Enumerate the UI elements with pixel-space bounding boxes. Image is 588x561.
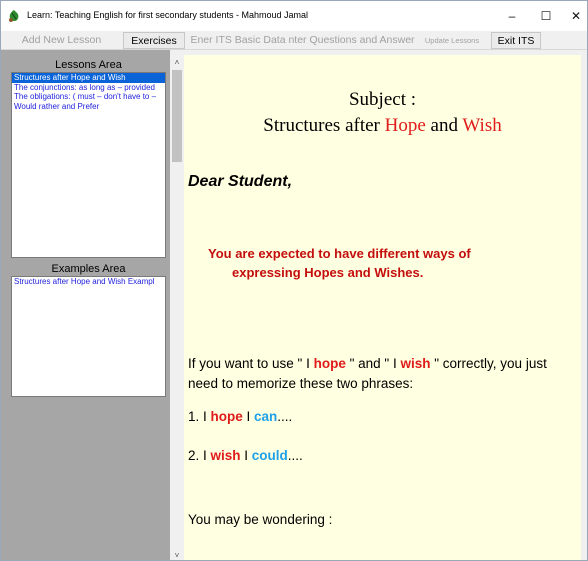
intro-text-1: If you want to use " I xyxy=(188,356,314,371)
phrase-2-num: 2. I xyxy=(188,448,211,463)
intro-wish: wish xyxy=(400,356,431,371)
lesson-content: Subject : Structures after Hope and Wish… xyxy=(184,55,581,560)
maximize-button[interactable]: ☐ xyxy=(529,1,563,31)
subject-title-part2: after xyxy=(340,115,385,136)
subject-title-and: and xyxy=(425,115,463,136)
subject-title-part1: Structures xyxy=(263,115,341,136)
app-icon xyxy=(9,10,19,22)
left-panel: Lessons Area Structures after Hope and W… xyxy=(1,50,170,560)
phrase-2-mid: I xyxy=(240,448,252,463)
phrase-1: 1. I hope I can.... xyxy=(188,407,292,427)
subject-title: Structures after Hope and Wish xyxy=(184,115,581,137)
right-edge xyxy=(581,55,587,560)
subject-label: Subject : xyxy=(348,89,417,110)
minimize-button[interactable]: – xyxy=(495,1,529,31)
intro-text-2: " and " I xyxy=(345,356,401,371)
wondering-text: You may be wondering : xyxy=(188,512,333,527)
phrase-1-can: can xyxy=(254,409,278,424)
lessons-list[interactable]: Structures after Hope and Wish The conju… xyxy=(11,72,166,258)
lesson-item-obligations[interactable]: The obligations: ( must – don't have to … xyxy=(12,92,165,102)
examples-list[interactable]: Structures after Hope and Wish Exampl xyxy=(11,276,166,397)
example-item[interactable]: Structures after Hope and Wish Exampl xyxy=(12,277,165,287)
phrase-2-could: could xyxy=(251,448,288,463)
add-new-lesson-button[interactable]: Add New Lesson xyxy=(5,32,118,49)
greeting: Dear Student, xyxy=(188,173,293,190)
phrase-1-mid: I xyxy=(242,409,255,424)
scroll-thumb[interactable] xyxy=(172,70,182,162)
app-window: Learn: Teaching English for first second… xyxy=(0,0,588,561)
exercises-button[interactable]: Exercises xyxy=(123,32,185,49)
lesson-item-conjunctions[interactable]: The conjunctions: as long as – provided xyxy=(12,83,165,93)
scroll-down-icon[interactable]: ˅ xyxy=(170,548,184,560)
intro-text-3: " correctly, you just xyxy=(430,356,547,371)
subject-title-hope: Hope xyxy=(384,115,426,136)
exit-its-button[interactable]: Exit ITS xyxy=(491,32,541,49)
intro-line-1: If you want to use " I hope " and " I wi… xyxy=(188,354,547,374)
lesson-item-hope-wish[interactable]: Structures after Hope and Wish xyxy=(12,73,165,83)
phrase-2-wish: wish xyxy=(210,448,241,463)
lessons-area-label: Lessons Area xyxy=(55,59,122,71)
phrase-2: 2. I wish I could.... xyxy=(188,446,303,466)
toolbar: Add New Lesson Exercises Ener ITS Basic … xyxy=(1,31,587,50)
enter-its-basic-data-button[interactable]: Ener ITS Basic Data xyxy=(189,32,287,49)
lesson-item-rather-prefer[interactable]: Would rather and Prefer xyxy=(12,102,165,112)
phrase-1-hope: hope xyxy=(210,409,243,424)
update-lessons-button[interactable]: Update Lessons xyxy=(418,32,486,49)
close-button[interactable]: ✕ xyxy=(559,1,587,31)
phrase-1-end: .... xyxy=(277,409,293,424)
scroll-up-icon[interactable]: ˄ xyxy=(170,55,184,69)
subject-title-wish: Wish xyxy=(462,115,502,136)
intro-hope: hope xyxy=(313,356,346,371)
expectation-line-1: You are expected to have different ways … xyxy=(208,246,471,261)
phrase-1-num: 1. I xyxy=(188,409,211,424)
window-title: Learn: Teaching English for first second… xyxy=(27,10,308,20)
expectation-line-2: expressing Hopes and Wishes. xyxy=(232,265,424,280)
phrase-2-end: .... xyxy=(287,448,303,463)
examples-area-label: Examples Area xyxy=(51,263,126,275)
content-scrollbar[interactable]: ˄ ˅ xyxy=(170,55,184,560)
title-bar: Learn: Teaching English for first second… xyxy=(1,1,587,31)
enter-questions-and-answers-button[interactable]: nter Questions and Answer xyxy=(288,32,415,49)
intro-line-2: need to memorize these two phrases: xyxy=(188,376,414,391)
